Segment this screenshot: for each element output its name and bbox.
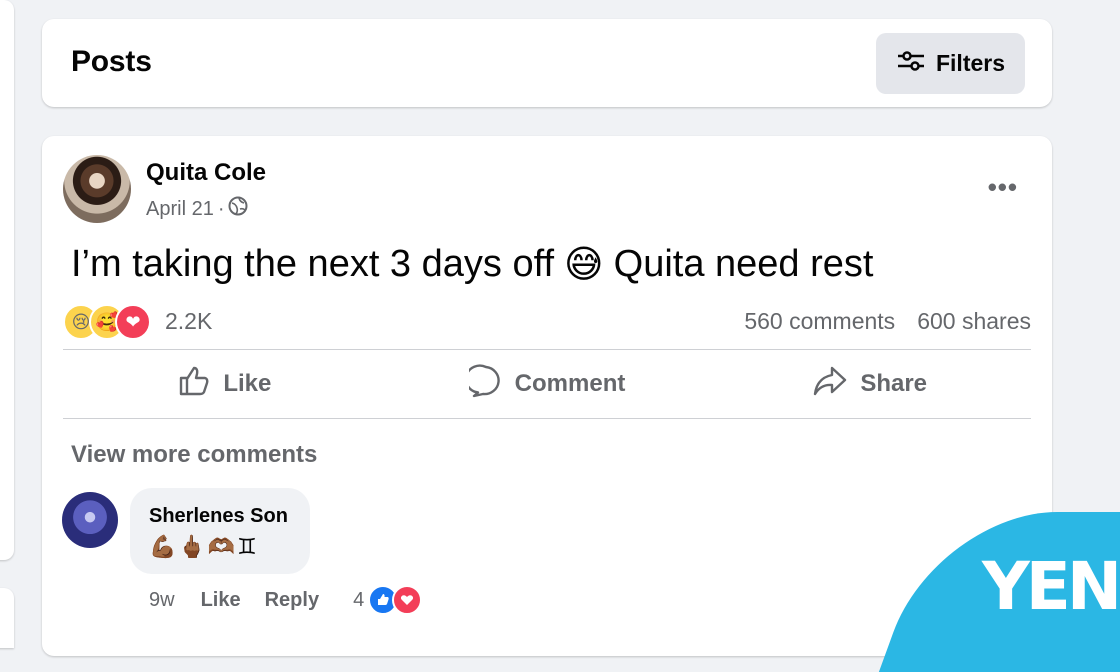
comment-label: Comment <box>514 370 626 397</box>
post-card: Quita Cole April 21 · ••• I’m taking the… <box>42 136 1052 656</box>
yen-logo: YEN <box>982 548 1120 625</box>
filters-label: Filters <box>935 50 1006 76</box>
left-panel-edge <box>0 0 14 560</box>
left-panel-edge-lower <box>0 588 14 648</box>
page-title: Posts <box>71 45 152 78</box>
like-label: Like <box>223 370 272 397</box>
posts-header-card: Posts Filters <box>42 19 1052 107</box>
heart-reaction-icon <box>392 585 423 615</box>
comment-reaction-count[interactable]: 4 <box>353 589 364 612</box>
comment-age[interactable]: 9w <box>149 589 175 612</box>
comment-button[interactable]: Comment <box>386 350 709 418</box>
meta-separator: · <box>217 197 225 220</box>
filters-button[interactable]: Filters <box>876 33 1025 94</box>
comment-like-button[interactable]: Like <box>201 589 241 612</box>
love-reaction-icon: ❤ <box>115 304 151 340</box>
comment-reaction-icons[interactable] <box>368 585 423 615</box>
comment-reply-button[interactable]: Reply <box>265 589 319 612</box>
comment-author[interactable]: Sherlenes Son <box>149 505 288 528</box>
comment-bubble: Sherlenes Son 💪🏾🖕🏾🫶🏾♊ <box>130 488 310 574</box>
reaction-count[interactable]: 2.2K <box>165 308 212 335</box>
thumbs-up-icon <box>177 364 211 405</box>
reaction-icons[interactable]: 😢 🥰 ❤ <box>63 304 151 340</box>
grinning-sweat-emoji-icon: 😅 <box>564 244 604 286</box>
filters-icon <box>896 49 926 79</box>
like-button[interactable]: Like <box>63 350 386 418</box>
shares-count[interactable]: 600 shares <box>917 308 1031 335</box>
post-meta: April 21 · <box>146 196 248 222</box>
share-label: Share <box>860 370 928 397</box>
view-more-comments-link[interactable]: View more comments <box>71 441 317 469</box>
comment-text: 💪🏾🖕🏾🫶🏾♊ <box>149 534 259 559</box>
share-arrow-icon <box>812 364 848 405</box>
divider-bottom <box>63 418 1031 419</box>
share-button[interactable]: Share <box>708 350 1031 418</box>
commenter-avatar[interactable] <box>62 492 118 548</box>
reactions-summary: 😢 🥰 ❤ 2.2K 560 comments 600 shares <box>63 304 1031 340</box>
post-date[interactable]: April 21 <box>146 198 214 221</box>
globe-icon <box>228 196 248 222</box>
post-text-main: I’m taking the next 3 days off <box>71 243 555 285</box>
post-author[interactable]: Quita Cole <box>146 159 266 187</box>
post-actions: Like Comment Share <box>63 350 1031 418</box>
comments-count[interactable]: 560 comments <box>744 308 895 335</box>
engagement-counts: 560 comments 600 shares <box>744 308 1031 335</box>
author-avatar[interactable] <box>63 155 131 223</box>
comment-meta: 9w Like Reply 4 <box>149 585 423 615</box>
post-text: I’m taking the next 3 days off 😅 Quita n… <box>71 242 873 287</box>
more-options-button[interactable]: ••• <box>988 172 1018 203</box>
post-text-tail: Quita need rest <box>613 243 874 285</box>
comment-bubble-icon <box>464 363 503 405</box>
